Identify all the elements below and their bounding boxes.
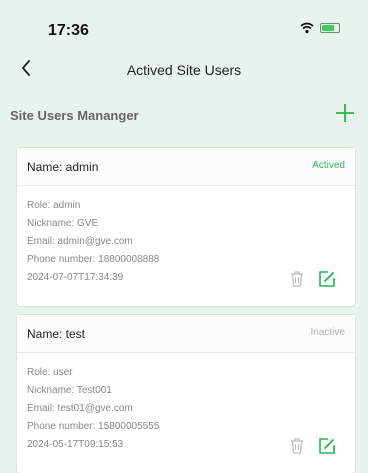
user-nickname: Nickname: Test001 — [27, 385, 112, 396]
status-time: 17:36 — [48, 22, 89, 39]
battery-icon — [320, 23, 340, 33]
user-phone: Phone number: 18800008888 — [27, 254, 160, 265]
user-card: Name: test Inactive Role: user Nickname:… — [16, 314, 356, 473]
edit-button[interactable] — [317, 269, 337, 289]
user-timestamp: 2024-07-07T17:34:39 — [27, 272, 124, 283]
user-phone: Phone number: 15800005555 — [27, 421, 160, 432]
edit-button[interactable] — [317, 436, 337, 456]
trash-icon — [291, 271, 303, 287]
add-user-button[interactable] — [332, 100, 358, 126]
status-bar: 17:36 — [0, 0, 368, 44]
user-card: Name: admin Actived Role: admin Nickname… — [16, 147, 356, 307]
user-role: Role: admin — [27, 200, 81, 211]
edit-icon — [319, 271, 335, 287]
user-card-header: Name: test Inactive — [17, 315, 355, 353]
user-name: Name: admin — [27, 160, 99, 174]
user-timestamp: 2024-05-17T09:15:53 — [27, 439, 124, 450]
nav-bar: Actived Site Users — [0, 52, 368, 88]
user-card-body: Role: user Nickname: Test001 Email: test… — [17, 353, 355, 473]
section-title: Site Users Mananger — [10, 108, 139, 123]
add-icon — [336, 104, 354, 122]
trash-icon — [291, 438, 303, 454]
status-badge: Actived — [312, 160, 345, 171]
edit-icon — [319, 438, 335, 454]
user-role: Role: user — [27, 367, 73, 378]
delete-button[interactable] — [287, 436, 307, 456]
delete-button[interactable] — [287, 269, 307, 289]
user-name: Name: test — [27, 327, 86, 341]
user-card-header: Name: admin Actived — [17, 148, 355, 186]
page-title: Actived Site Users — [126, 62, 242, 78]
status-icons — [300, 22, 340, 34]
user-email: Email: admin@gve.com — [27, 236, 133, 247]
status-badge: Inactive — [310, 327, 345, 338]
wifi-icon — [300, 22, 314, 34]
section-header: Site Users Mananger — [0, 100, 368, 130]
user-nickname: Nickname: GVE — [27, 218, 99, 229]
user-email: Email: test01@gve.com — [27, 403, 133, 414]
user-card-body: Role: admin Nickname: GVE Email: admin@g… — [17, 186, 355, 306]
